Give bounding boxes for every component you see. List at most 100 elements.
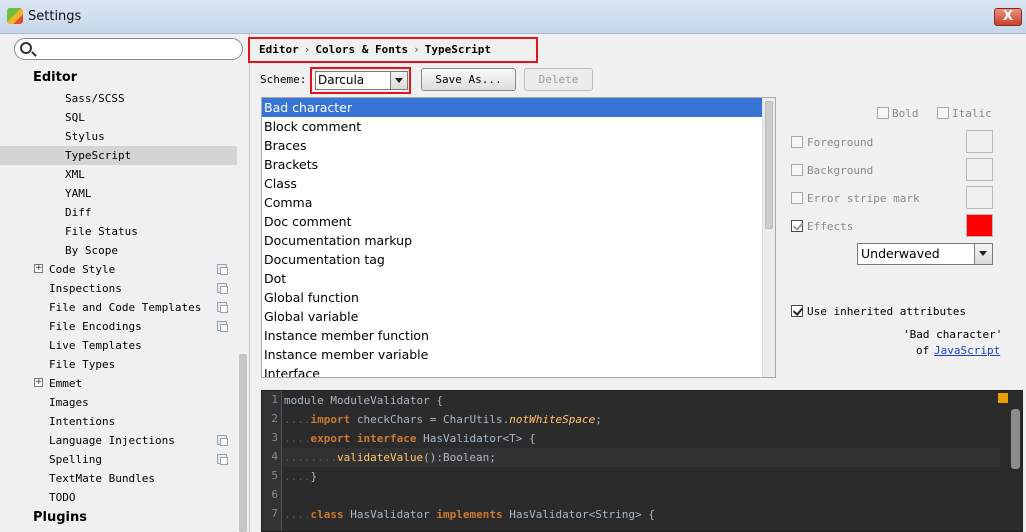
breadcrumb-item[interactable]: Colors & Fonts — [315, 43, 408, 56]
sidebar-section-editor[interactable]: Editor — [0, 67, 237, 89]
attribute-list-item[interactable]: Dot — [262, 269, 775, 288]
italic-checkbox[interactable] — [937, 107, 949, 119]
sidebar-item[interactable]: Images — [0, 393, 237, 412]
sidebar-item[interactable]: TODO — [0, 488, 237, 507]
breadcrumb-item[interactable]: Editor — [259, 43, 299, 56]
colors-fonts-panel: Editor › Colors & Fonts › TypeScript Scheme:… — [248, 34, 1026, 532]
effects-label: Effects — [807, 220, 854, 233]
sidebar-item[interactable]: File Encodings — [0, 317, 237, 336]
code-preview[interactable]: 1234567 module ModuleValidator {....impo… — [261, 390, 1023, 532]
sidebar-item[interactable]: Intentions — [0, 412, 237, 431]
background-checkbox[interactable] — [791, 164, 803, 176]
sidebar-item-label: Sass/SCSS — [65, 92, 125, 105]
sidebar-item[interactable]: + Code Style — [0, 260, 237, 279]
sidebar-item[interactable]: File Status — [0, 222, 237, 241]
attribute-list-item[interactable]: Block comment — [262, 117, 775, 136]
sidebar-section-plugins[interactable]: Plugins — [0, 507, 237, 529]
sidebar-item[interactable]: Inspections — [0, 279, 237, 298]
scheme-select[interactable]: Darcula — [315, 71, 408, 90]
expand-icon[interactable]: + — [34, 378, 43, 387]
window-title: Settings — [28, 9, 82, 24]
project-settings-icon — [217, 302, 228, 313]
attribute-list-item[interactable]: Comma — [262, 193, 775, 212]
sidebar-item[interactable]: File and Code Templates — [0, 298, 237, 317]
code-token: validateValue — [336, 451, 424, 464]
attribute-list-item[interactable]: Braces — [262, 136, 775, 155]
breadcrumb-item[interactable]: TypeScript — [425, 43, 491, 56]
attribute-list-item[interactable]: Instance member function — [262, 326, 775, 345]
attribute-list-item[interactable]: Doc comment — [262, 212, 775, 231]
sidebar-item-label: YAML — [65, 187, 92, 200]
delete-button[interactable]: Delete — [524, 68, 593, 91]
attribute-list-item[interactable]: Documentation markup — [262, 231, 775, 250]
foreground-label: Foreground — [807, 136, 874, 149]
settings-tree: Editor Sass/SCSS SQL Stylus TypeScript XML YAM… — [0, 67, 237, 529]
line-number: 2 — [271, 412, 278, 425]
effects-color-swatch[interactable] — [966, 214, 993, 237]
sidebar-item-label: File Types — [49, 358, 116, 371]
sidebar-scrollbar[interactable] — [239, 354, 247, 532]
sidebar-item-label: TextMate Bundles — [49, 472, 155, 485]
sidebar-item[interactable]: Live Templates — [0, 336, 237, 355]
close-button[interactable]: X — [994, 8, 1022, 26]
warning-marker-icon[interactable] — [998, 393, 1008, 403]
chevron-down-icon[interactable] — [390, 72, 407, 89]
sidebar-item[interactable]: SQL — [0, 108, 237, 127]
bold-checkbox[interactable] — [877, 107, 889, 119]
attribute-list-item[interactable]: Brackets — [262, 155, 775, 174]
javascript-link[interactable]: JavaScript — [934, 344, 1000, 357]
sidebar-item[interactable]: Stylus — [0, 127, 237, 146]
sidebar-item[interactable]: Language Injections — [0, 431, 237, 450]
attribute-list-item[interactable]: Global function — [262, 288, 775, 307]
project-settings-icon — [217, 283, 228, 294]
search-icon — [20, 42, 32, 54]
attribute-list-item[interactable]: Documentation tag — [262, 250, 775, 269]
title-bar: Settings X — [0, 0, 1026, 34]
scrollbar-thumb[interactable] — [765, 101, 773, 229]
attribute-list-item[interactable]: Bad character — [262, 98, 775, 117]
sidebar-item[interactable]: By Scope — [0, 241, 237, 260]
attribute-list-scrollbar[interactable] — [762, 98, 775, 377]
error-stripe-color-swatch[interactable] — [966, 186, 993, 209]
attribute-list-item[interactable]: Interface — [262, 364, 775, 377]
code-token: module ModuleValidator { — [284, 394, 443, 407]
effect-type-select[interactable]: Underwaved — [857, 243, 993, 265]
foreground-color-swatch[interactable] — [966, 130, 993, 153]
use-inherited-checkbox[interactable] — [791, 305, 803, 317]
sidebar-item[interactable]: Diff — [0, 203, 237, 222]
foreground-checkbox[interactable] — [791, 136, 803, 148]
line-number-gutter: 1 2 3 4 5 6 7 — [262, 391, 282, 531]
sidebar-item-label: XML — [65, 168, 85, 181]
line-number: 1 — [271, 393, 278, 406]
sidebar-item[interactable]: File Types — [0, 355, 237, 374]
attribute-list-item[interactable]: Global variable — [262, 307, 775, 326]
sidebar-item[interactable]: Spelling — [0, 450, 237, 469]
attribute-list-item[interactable]: Instance member variable — [262, 345, 775, 364]
save-as-button[interactable]: Save As... — [421, 68, 516, 91]
error-stripe-checkbox[interactable] — [791, 192, 803, 204]
sidebar-item-label: By Scope — [65, 244, 118, 257]
sidebar-item[interactable]: YAML — [0, 184, 237, 203]
attribute-list: Bad character Block comment Braces Brackets… — [261, 97, 776, 378]
sidebar-item-label: File and Code Templates — [49, 301, 202, 314]
attribute-list-item[interactable]: Class — [262, 174, 775, 193]
sidebar-item[interactable]: XML — [0, 165, 237, 184]
code-line: ....export interface HasValidator<T> { — [284, 429, 536, 448]
chevron-down-icon[interactable] — [974, 244, 992, 264]
expand-icon[interactable]: + — [34, 264, 43, 273]
sidebar-item[interactable]: TextMate Bundles — [0, 469, 237, 488]
code-token: class — [310, 508, 344, 521]
scheme-select-value: Darcula — [318, 73, 365, 87]
search-input[interactable] — [14, 38, 243, 60]
sidebar-item[interactable]: TypeScript — [0, 146, 237, 165]
sidebar-item[interactable]: Sass/SCSS — [0, 89, 237, 108]
editor-scrollbar[interactable] — [1011, 409, 1020, 469]
error-stripe-label: Error stripe mark — [807, 192, 920, 205]
sidebar-item[interactable]: + Emmet — [0, 374, 237, 393]
effects-checkbox[interactable] — [791, 220, 803, 232]
background-color-swatch[interactable] — [966, 158, 993, 181]
line-number: 6 — [271, 488, 278, 501]
sidebar-item-label: Intentions — [49, 415, 116, 428]
breadcrumb: Editor › Colors & Fonts › TypeScript — [248, 37, 538, 63]
code-token: .... — [284, 470, 311, 483]
